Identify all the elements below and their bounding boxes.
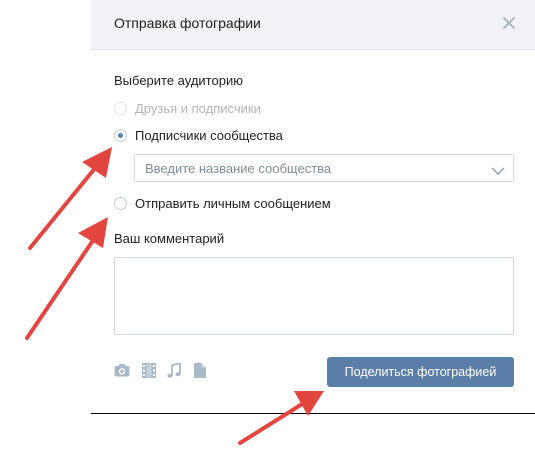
dialog-header: Отправка фотографии [91, 0, 535, 50]
divider [91, 413, 535, 414]
dialog-title: Отправка фотографии [114, 15, 261, 31]
video-icon[interactable] [142, 363, 156, 383]
select-placeholder: Введите название сообщества [145, 161, 332, 176]
community-name-select[interactable]: Введите название сообщества [134, 154, 514, 182]
annotation-arrow [25, 231, 100, 340]
share-photo-button[interactable]: Поделиться фотографией [327, 357, 514, 387]
radio-label: Подписчики сообщества [135, 127, 283, 143]
chevron-down-icon[interactable] [491, 163, 505, 176]
radio-community-followers[interactable]: Подписчики сообщества [114, 126, 283, 144]
annotation-arrow [28, 160, 102, 250]
camera-icon[interactable] [114, 363, 130, 382]
share-photo-dialog: Отправка фотографии Выберите аудиторию Д… [91, 0, 535, 410]
radio-label: Отправить личным сообщением [135, 195, 331, 211]
close-icon[interactable] [499, 13, 519, 33]
radio-button [114, 101, 127, 115]
radio-private-message[interactable]: Отправить личным сообщением [114, 194, 331, 212]
radio-friends-and-followers: Друзья и подписчики [114, 99, 261, 117]
radio-label: Друзья и подписчики [135, 100, 261, 116]
document-icon[interactable] [194, 363, 206, 383]
comment-label: Ваш комментарий [114, 231, 225, 246]
music-icon[interactable] [167, 362, 181, 383]
radio-button[interactable] [114, 128, 127, 142]
comment-textarea[interactable] [114, 257, 514, 335]
audience-label: Выберите аудиторию [114, 73, 243, 88]
radio-button[interactable] [114, 196, 127, 210]
